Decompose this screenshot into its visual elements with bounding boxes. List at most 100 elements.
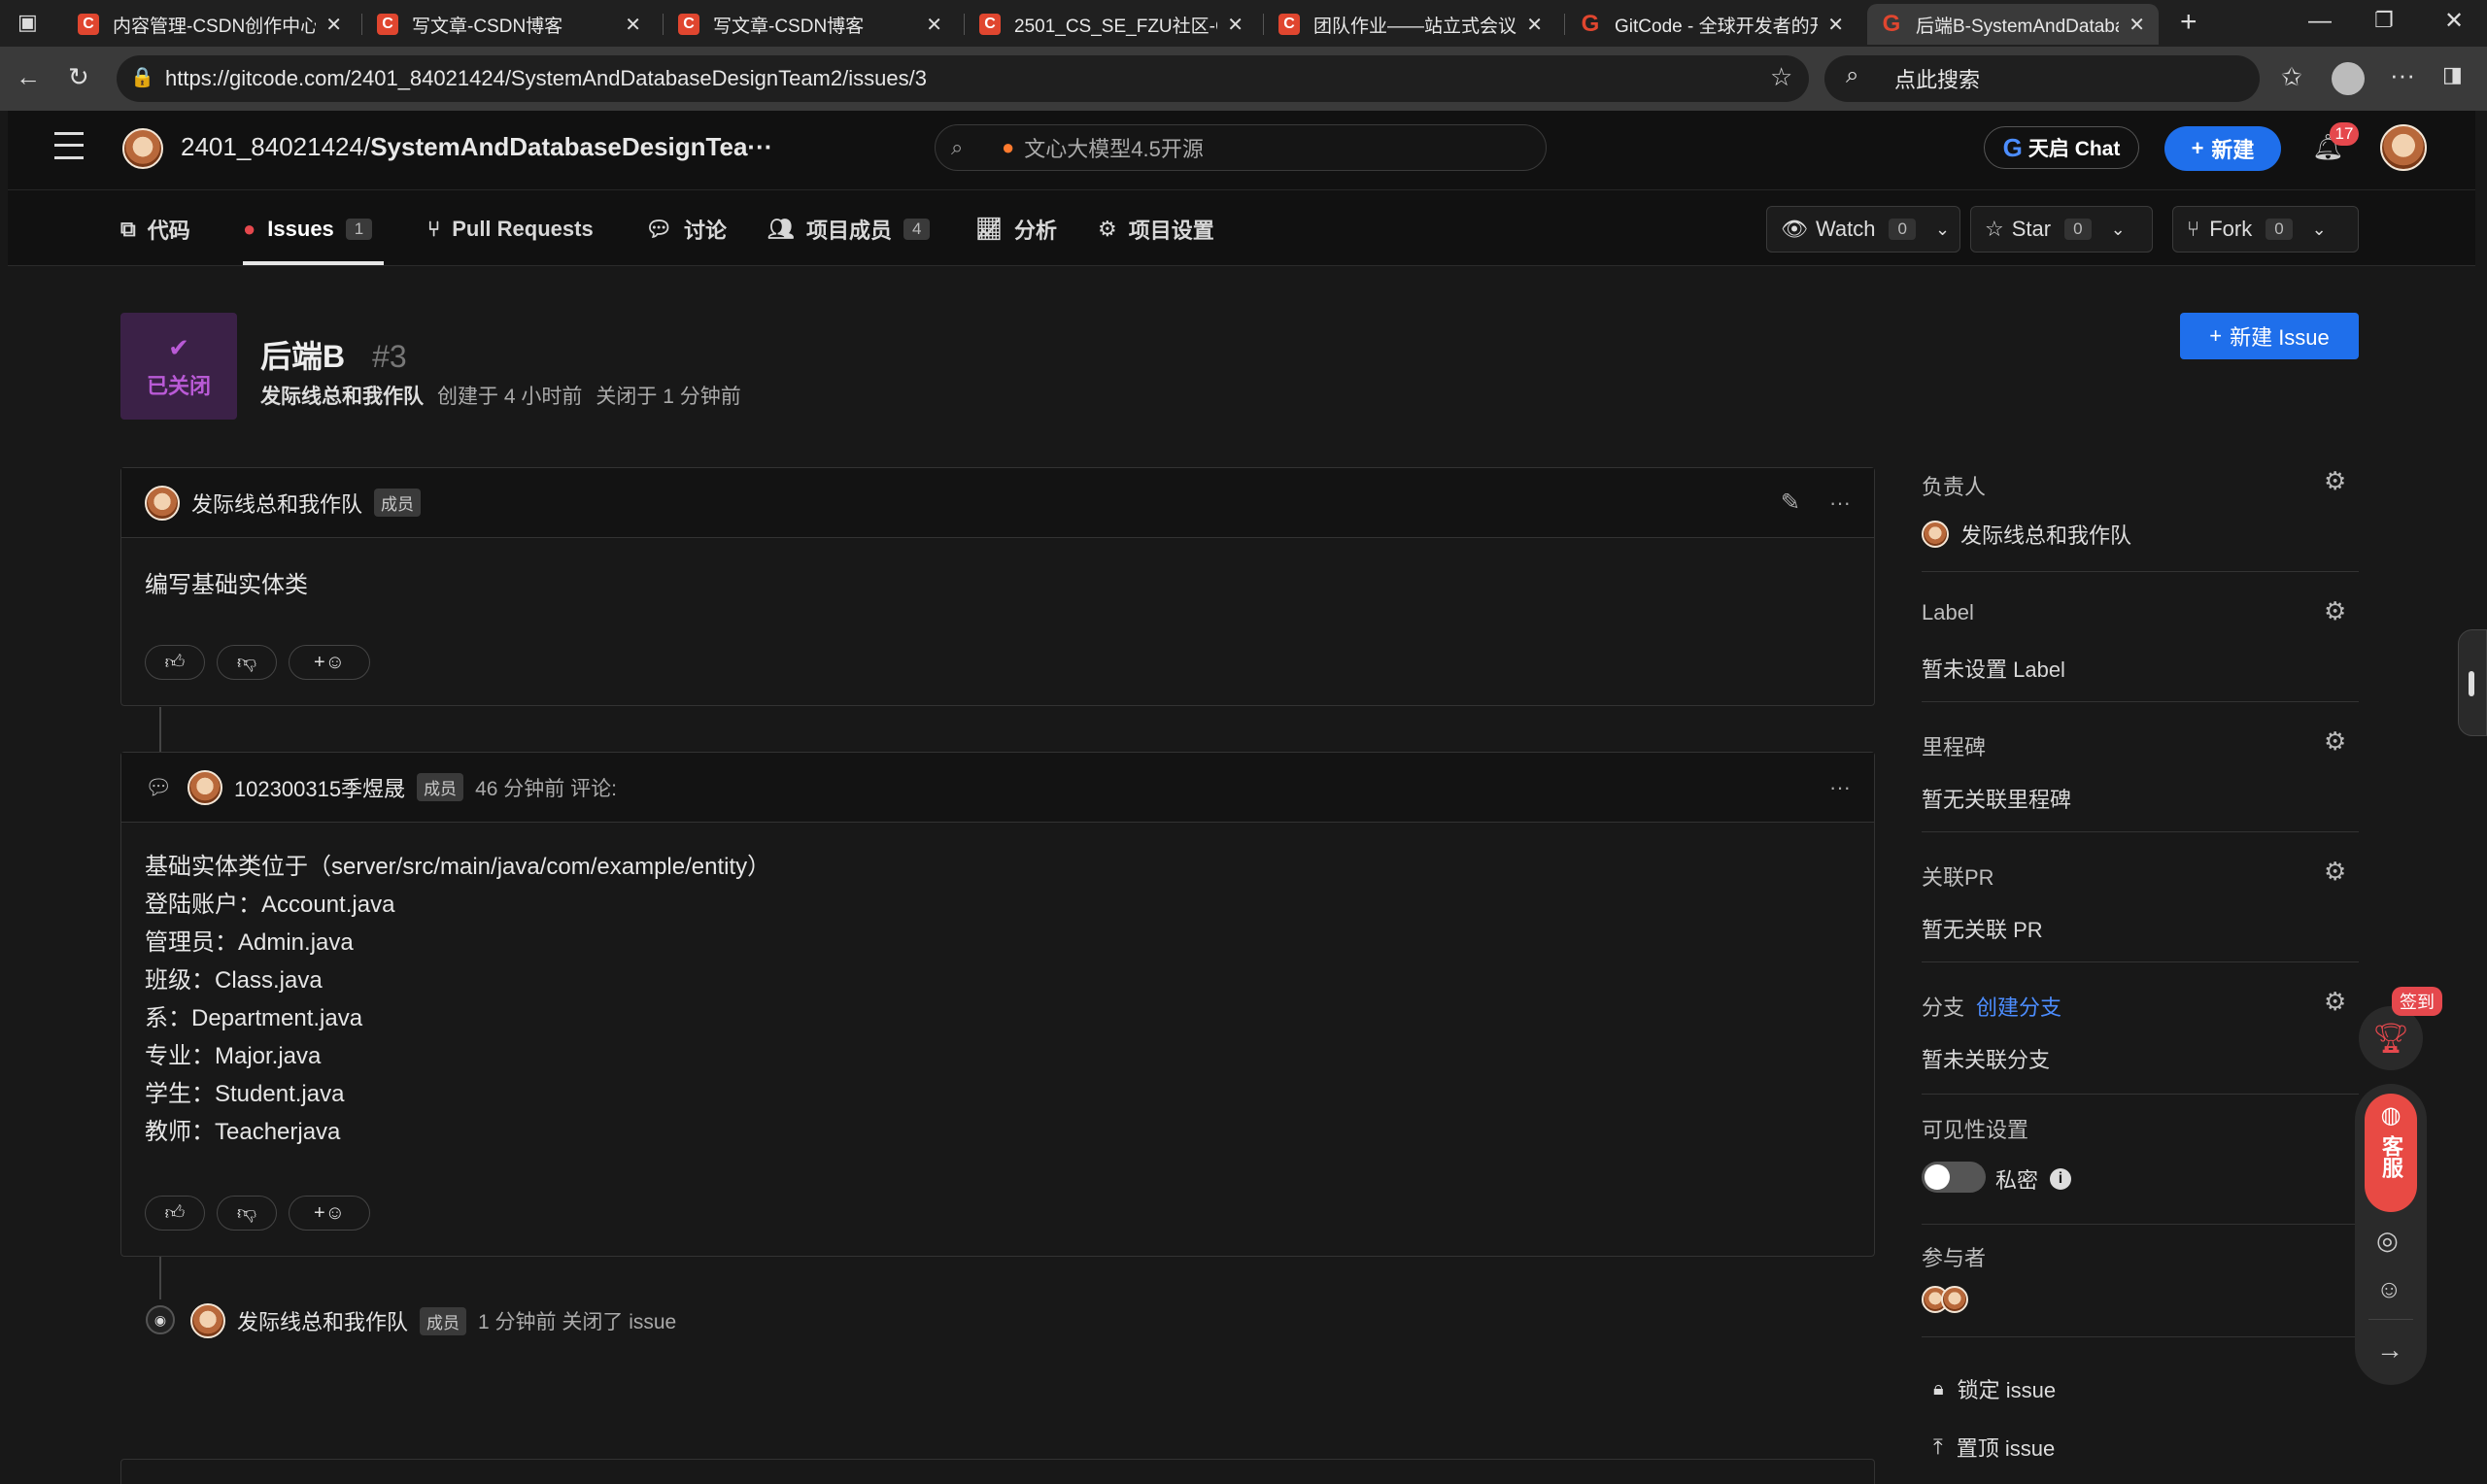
browser-tab-6[interactable]: G GitCode - 全球开发者的开源 ✕ xyxy=(1566,4,1857,45)
avatar[interactable] xyxy=(190,1303,225,1338)
profile-avatar[interactable] xyxy=(2332,62,2365,95)
issue-meta: 发际线总和我作队 创建于 4 小时前 关闭于 1 分钟前 xyxy=(260,381,741,410)
fork-button[interactable]: ⑂ Fork 0 ⌄ xyxy=(2172,206,2359,253)
description-author[interactable]: 发际线总和我作队 xyxy=(191,488,362,519)
browser-tab-1[interactable]: C 内容管理-CSDN创作中心 ✕ xyxy=(64,4,356,45)
gear-icon[interactable]: ⚙ xyxy=(2324,466,2346,496)
browser-tab-3[interactable]: C 写文章-CSDN博客 ✕ xyxy=(664,4,956,45)
issue-author[interactable]: 发际线总和我作队 xyxy=(260,386,424,408)
url-field[interactable]: https://gitcode.com/2401_84021424/System… xyxy=(117,55,1809,102)
site-info-icon[interactable]: 🔒 xyxy=(130,68,154,87)
gear-icon[interactable]: ⚙ xyxy=(2324,726,2346,757)
side-handle[interactable] xyxy=(2458,629,2487,736)
gear-icon[interactable]: ⚙ xyxy=(2324,596,2346,626)
gear-icon[interactable]: ⚙ xyxy=(2324,857,2346,887)
repo-name[interactable]: SystemAndDatabaseDesignTea··· xyxy=(370,132,772,161)
sidebar-toggle-icon[interactable]: ◨ xyxy=(2442,64,2463,85)
avatar[interactable] xyxy=(187,769,222,805)
avatar[interactable] xyxy=(145,485,180,521)
browser-tab-4[interactable]: C 2501_CS_SE_FZU社区-CSDN ✕ xyxy=(966,4,1257,45)
reactions: 👍︎ 👎︎ +☺ xyxy=(145,645,382,680)
tab-label: 项目设置 xyxy=(1128,219,1214,243)
thumbs-up-icon[interactable]: 👍︎ xyxy=(145,1196,205,1231)
thumbs-down-icon[interactable]: 👎︎ xyxy=(217,645,277,680)
tab-actions-icon[interactable]: ▣ xyxy=(17,12,38,33)
tab-pull-requests[interactable]: ⑂ Pull Requests xyxy=(427,210,594,249)
smile-icon[interactable]: ☺ xyxy=(2376,1274,2402,1304)
arrow-right-icon[interactable]: → xyxy=(2376,1334,2403,1366)
tab-code[interactable]: ⧉ 代码 xyxy=(120,210,190,249)
thumbs-down-icon[interactable]: 👎︎ xyxy=(217,1196,277,1231)
close-icon[interactable]: ✕ xyxy=(1827,13,1844,37)
share-icon[interactable]: ◎ xyxy=(2376,1226,2399,1256)
assignee[interactable]: 发际线总和我作队 xyxy=(1922,519,2131,550)
analytics-icon: 📈︎ xyxy=(975,217,1003,241)
url-text: https://gitcode.com/2401_84021424/System… xyxy=(165,66,927,90)
participant-avatar[interactable] xyxy=(1941,1286,1968,1313)
edit-icon[interactable]: ✎ xyxy=(1781,489,1800,517)
tab-analytics[interactable]: 📈︎ 分析 xyxy=(975,210,1057,249)
close-icon[interactable]: ✕ xyxy=(325,13,342,37)
chat-button[interactable]: G 天启 Chat xyxy=(1984,126,2139,169)
favorite-star-icon[interactable]: ☆ xyxy=(1770,64,1792,89)
visibility-toggle[interactable] xyxy=(1922,1162,1986,1193)
code-icon: ⧉ xyxy=(120,217,136,241)
comment-icon: 💬︎ xyxy=(145,774,172,799)
visibility-title: 可见性设置 xyxy=(1922,1118,2029,1142)
minimize-icon[interactable]: — xyxy=(2308,10,2332,33)
gear-icon[interactable]: ⚙ xyxy=(2324,987,2346,1017)
close-icon[interactable]: ✕ xyxy=(625,13,641,37)
event-author[interactable]: 发际线总和我作队 xyxy=(237,1305,408,1336)
back-icon[interactable]: ← xyxy=(16,64,41,89)
lock-issue-button[interactable]: 🔒︎ 锁定 issue xyxy=(1933,1373,2056,1404)
browser-tab-5[interactable]: C 团队作业——站立式会议& ✕ xyxy=(1265,4,1556,45)
closed-time: 关闭于 1 分钟前 xyxy=(596,386,741,408)
tab-settings[interactable]: ⚙ 项目设置 xyxy=(1098,210,1214,249)
comment-line: 登陆账户：Account.java xyxy=(145,892,395,918)
customer-service-button[interactable]: ◍ 客服 xyxy=(2365,1094,2417,1212)
repo-owner[interactable]: 2401_84021424/ xyxy=(181,132,370,161)
new-button[interactable]: + 新建 xyxy=(2164,126,2281,171)
add-reaction-icon[interactable]: +☺ xyxy=(289,1196,370,1231)
browser-tab-7[interactable]: G 后端B-SystemAndDatabase ✕ xyxy=(1867,4,2159,45)
star-button[interactable]: ☆ Star 0 ⌄ xyxy=(1970,206,2153,253)
tab-members[interactable]: 👥︎ 项目成员 4 xyxy=(767,210,931,249)
comment-header: 💬︎ 102300315季煜晟 成员 46 分钟前 评论: ··· xyxy=(121,753,1874,823)
restore-icon[interactable]: ❐ xyxy=(2374,10,2394,31)
new-issue-button[interactable]: + 新建 Issue xyxy=(2180,313,2359,359)
repo-path[interactable]: 2401_84021424/SystemAndDatabaseDesignTea… xyxy=(181,132,772,162)
create-branch-link[interactable]: 创建分支 xyxy=(1976,995,2061,1020)
watch-button[interactable]: 👁︎ Watch 0 ⌄ xyxy=(1766,206,1960,253)
site-search-input[interactable]: ⌕ ● 文心大模型4.5开源 xyxy=(935,124,1547,171)
comment-author[interactable]: 102300315季煜晟 xyxy=(234,772,405,803)
fork-label: Fork xyxy=(2209,217,2253,241)
menu-icon[interactable] xyxy=(54,132,84,159)
comment-line: 管理员：Admin.java xyxy=(145,929,354,956)
csdn-icon: C xyxy=(678,14,699,35)
comment-editor[interactable] xyxy=(120,1459,1875,1484)
reload-icon[interactable]: ↻ xyxy=(68,64,89,89)
add-reaction-icon[interactable]: +☺ xyxy=(289,645,370,680)
more-icon[interactable]: ··· xyxy=(2390,62,2415,87)
pin-issue-button[interactable]: ⤒ 置顶 issue xyxy=(1933,1432,2055,1463)
close-icon[interactable]: ✕ xyxy=(1227,13,1244,37)
signin-badge[interactable]: 签到 xyxy=(2392,987,2442,1016)
close-window-icon[interactable]: ✕ xyxy=(2444,10,2464,33)
user-avatar[interactable] xyxy=(2380,124,2427,171)
csdn-icon: C xyxy=(1278,14,1300,35)
info-icon[interactable]: i xyxy=(2050,1168,2072,1190)
favorites-icon[interactable]: ✩ xyxy=(2281,64,2302,89)
browser-search-field[interactable]: 点此搜索 xyxy=(1824,55,2260,102)
close-icon[interactable]: ✕ xyxy=(2129,13,2145,37)
tab-discussions[interactable]: 💬︎ 讨论 xyxy=(645,210,727,249)
watch-label: Watch xyxy=(1815,217,1876,241)
close-icon[interactable]: ✕ xyxy=(926,13,942,37)
tab-issues[interactable]: ● Issues 1 xyxy=(243,210,373,249)
more-icon[interactable]: ··· xyxy=(1829,775,1851,800)
repo-avatar[interactable] xyxy=(122,128,163,169)
more-icon[interactable]: ··· xyxy=(1829,490,1851,516)
thumbs-up-icon[interactable]: 👍︎ xyxy=(145,645,205,680)
browser-tab-2[interactable]: C 写文章-CSDN博客 ✕ xyxy=(363,4,655,45)
close-icon[interactable]: ✕ xyxy=(1526,13,1543,37)
new-tab-icon[interactable]: + xyxy=(2180,8,2197,37)
